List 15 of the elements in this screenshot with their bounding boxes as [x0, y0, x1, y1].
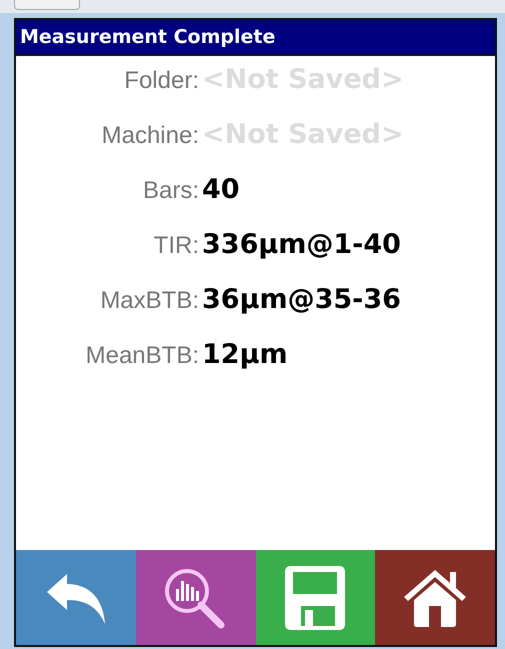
field-value: 40	[201, 174, 240, 205]
field-label: TIR:	[152, 232, 199, 260]
field-value: 12µm	[201, 339, 288, 370]
analyze-button[interactable]	[136, 550, 256, 645]
house-icon	[402, 568, 468, 628]
field-value: 336µm@1-40	[201, 229, 401, 260]
field-label: MeanBTB:	[84, 342, 199, 370]
field-label: Machine:	[100, 122, 199, 150]
field-label: Bars:	[142, 177, 199, 205]
field-label: MaxBTB:	[99, 287, 199, 315]
field-value: 36µm@35-36	[201, 284, 401, 315]
home-button[interactable]	[375, 550, 495, 645]
field-label: Folder:	[123, 67, 199, 95]
back-button[interactable]	[16, 550, 136, 645]
window-title: Measurement Complete	[16, 20, 495, 56]
